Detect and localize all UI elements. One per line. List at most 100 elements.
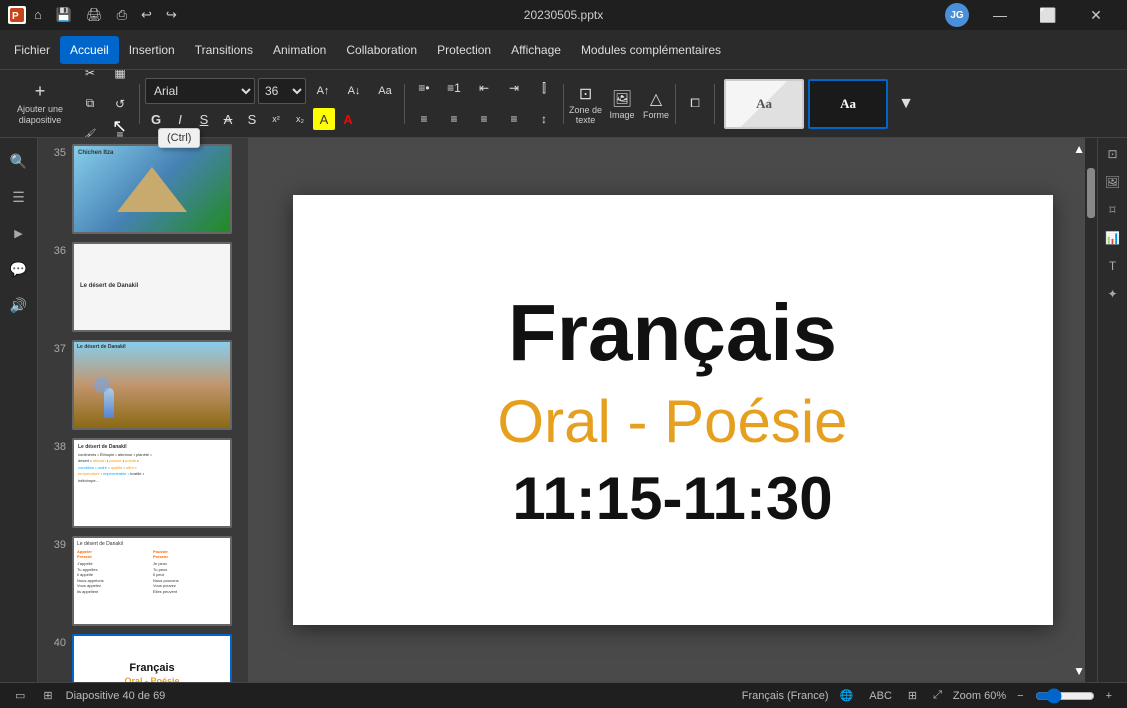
user-avatar[interactable]: JG	[945, 3, 969, 27]
minimize-button[interactable]: —	[977, 0, 1023, 30]
zoom-out-button[interactable]: −	[1012, 688, 1028, 704]
forme-button[interactable]: △	[642, 88, 670, 110]
decrease-font-button[interactable]: A↓	[340, 77, 368, 105]
zone-texte-button[interactable]: ⊡	[572, 83, 600, 105]
font-name-select[interactable]: Arial Calibri Times New Roman	[145, 78, 255, 104]
main-scrollbar-thumb[interactable]	[1087, 168, 1095, 218]
sidebar-audio-button[interactable]: 🔊	[4, 290, 34, 320]
highlight-button[interactable]: A	[313, 108, 335, 130]
menu-modules[interactable]: Modules complémentaires	[571, 36, 731, 64]
left-sidebar: 🔍 ☰ ▶ 💬 🔊	[0, 138, 38, 682]
menu-protection[interactable]: Protection	[427, 36, 501, 64]
slide-number-35: 35	[44, 144, 66, 159]
zoom-slider[interactable]	[1035, 688, 1095, 704]
scroll-down-button[interactable]: ▼	[1073, 664, 1085, 678]
slide-number-36: 36	[44, 242, 66, 257]
font-color-button[interactable]: A	[337, 108, 359, 130]
slide-thumb-36[interactable]: Le désert de Danakil	[72, 242, 232, 332]
columns-button[interactable]: ⫿	[530, 74, 558, 102]
sidebar-menu-button[interactable]: ☰	[4, 182, 34, 212]
slide-item-39[interactable]: 39 Le désert de Danakil AppelerPrésent J…	[42, 534, 244, 628]
section-button[interactable]: ≡	[106, 121, 134, 139]
slide-mode-button[interactable]: ▭	[10, 687, 30, 704]
right-sidebar-btn-6[interactable]: ✦	[1101, 282, 1125, 306]
fit-window-button[interactable]: ⤢	[928, 687, 947, 704]
bold-button[interactable]: G	[145, 108, 167, 130]
format-painter-button[interactable]: 🖌	[76, 121, 104, 139]
shadow-button[interactable]: S	[241, 108, 263, 130]
right-sidebar-btn-5[interactable]: T	[1101, 254, 1125, 278]
menu-affichage[interactable]: Affichage	[501, 36, 571, 64]
menu-transitions[interactable]: Transitions	[185, 36, 263, 64]
theme-2[interactable]: Aa	[808, 79, 888, 129]
image-button[interactable]: 🖼	[608, 88, 636, 110]
add-slide-button[interactable]: + Ajouter une diapositive	[10, 78, 70, 130]
slide-thumb-40[interactable]: Français Oral - Poésie 11:15-11:30	[72, 634, 232, 682]
slide-thumb-39[interactable]: Le désert de Danakil AppelerPrésent J'ap…	[72, 536, 232, 626]
underline-button[interactable]: S	[193, 108, 215, 130]
fit-slide-button[interactable]: ⊞	[903, 687, 922, 704]
more-themes-button[interactable]: ▼	[892, 90, 920, 118]
decrease-indent-button[interactable]: ⇤	[470, 74, 498, 102]
slide-thumb-38[interactable]: Le désert de Danakil continents • Éthiop…	[72, 438, 232, 528]
right-sidebar-btn-2[interactable]: 🖼	[1101, 170, 1125, 194]
slide-item-36[interactable]: 36 Le désert de Danakil	[42, 240, 244, 334]
restore-button[interactable]: ⬜	[1025, 0, 1071, 30]
slide-thumb-37[interactable]: Le désert de Danakil	[72, 340, 232, 430]
right-sidebar-btn-4[interactable]: 📊	[1101, 226, 1125, 250]
print-icon[interactable]: 🖨	[86, 7, 103, 23]
align-center-button[interactable]: ≡	[440, 105, 468, 133]
sidebar-search-button[interactable]: 🔍	[4, 146, 34, 176]
menu-fichier[interactable]: Fichier	[4, 36, 60, 64]
spellcheck-button[interactable]: ABC	[864, 688, 897, 704]
sidebar-slideshow-button[interactable]: ▶	[4, 218, 34, 248]
reset-button[interactable]: ↺	[106, 90, 134, 118]
cut-button[interactable]: ✂	[76, 70, 104, 87]
slide-number-40: 40	[44, 634, 66, 649]
increase-indent-button[interactable]: ⇥	[500, 74, 528, 102]
bullet-list-button[interactable]: ≡•	[410, 74, 438, 102]
menu-animation[interactable]: Animation	[263, 36, 336, 64]
align-justify-button[interactable]: ≡	[500, 105, 528, 133]
theme-1[interactable]: Aa	[724, 79, 804, 129]
copy-button[interactable]: ⧉	[76, 90, 104, 118]
slide-item-38[interactable]: 38 Le désert de Danakil continents • Éth…	[42, 436, 244, 530]
slide-item-35[interactable]: 35 Chichen Itza	[42, 142, 244, 236]
right-sidebar-btn-3[interactable]: ⌑	[1101, 198, 1125, 222]
font-size-select[interactable]: 36 24 48 72	[258, 78, 306, 104]
sidebar-comments-button[interactable]: 💬	[4, 254, 34, 284]
menu-accueil[interactable]: Accueil	[60, 36, 119, 64]
slide-item-37[interactable]: 37 Le désert de Danakil	[42, 338, 244, 432]
layout-button[interactable]: ▦	[106, 70, 134, 87]
print2-icon[interactable]: ⎙	[117, 7, 127, 23]
align-left-button[interactable]: ≡	[410, 105, 438, 133]
slide-sorter-button[interactable]: ⊞	[38, 687, 57, 704]
align-right-button[interactable]: ≡	[470, 105, 498, 133]
subscript-button[interactable]: x₂	[289, 108, 311, 130]
context-tooltip-text: (Ctrl)	[167, 132, 191, 144]
close-button[interactable]: ✕	[1073, 0, 1119, 30]
menu-insertion[interactable]: Insertion	[119, 36, 185, 64]
clear-format-button[interactable]: Aa	[371, 77, 399, 105]
scroll-up-button[interactable]: ▲	[1073, 142, 1085, 156]
slide-info: Diapositive 40 de 69	[66, 690, 166, 702]
zoom-in-button[interactable]: +	[1101, 688, 1117, 704]
right-sidebar-btn-1[interactable]: ⊡	[1101, 142, 1125, 166]
superscript-button[interactable]: x²	[265, 108, 287, 130]
line-spacing-button[interactable]: ↕	[530, 105, 558, 133]
strikethrough-button[interactable]: A	[217, 108, 239, 130]
arrange-button[interactable]: ⧠	[681, 90, 709, 118]
redo-icon[interactable]: ↪	[166, 7, 177, 23]
increase-font-button[interactable]: A↑	[309, 77, 337, 105]
main-scrollbar[interactable]	[1085, 138, 1097, 682]
home-icon[interactable]: ⌂	[34, 7, 42, 23]
slide40-content: Français Oral - Poésie 11:15-11:30	[74, 636, 230, 682]
menu-collaboration[interactable]: Collaboration	[336, 36, 427, 64]
slide-item-40[interactable]: 40 Français Oral - Poésie 11:15-11:30	[42, 632, 244, 682]
numbered-list-button[interactable]: ≡1	[440, 74, 468, 102]
italic-button[interactable]: I	[169, 108, 191, 130]
undo-icon[interactable]: ↩	[141, 7, 152, 23]
slide-thumb-35[interactable]: Chichen Itza	[72, 144, 232, 234]
language-button[interactable]: 🌐	[835, 687, 859, 704]
save-icon[interactable]: 💾	[56, 7, 72, 23]
